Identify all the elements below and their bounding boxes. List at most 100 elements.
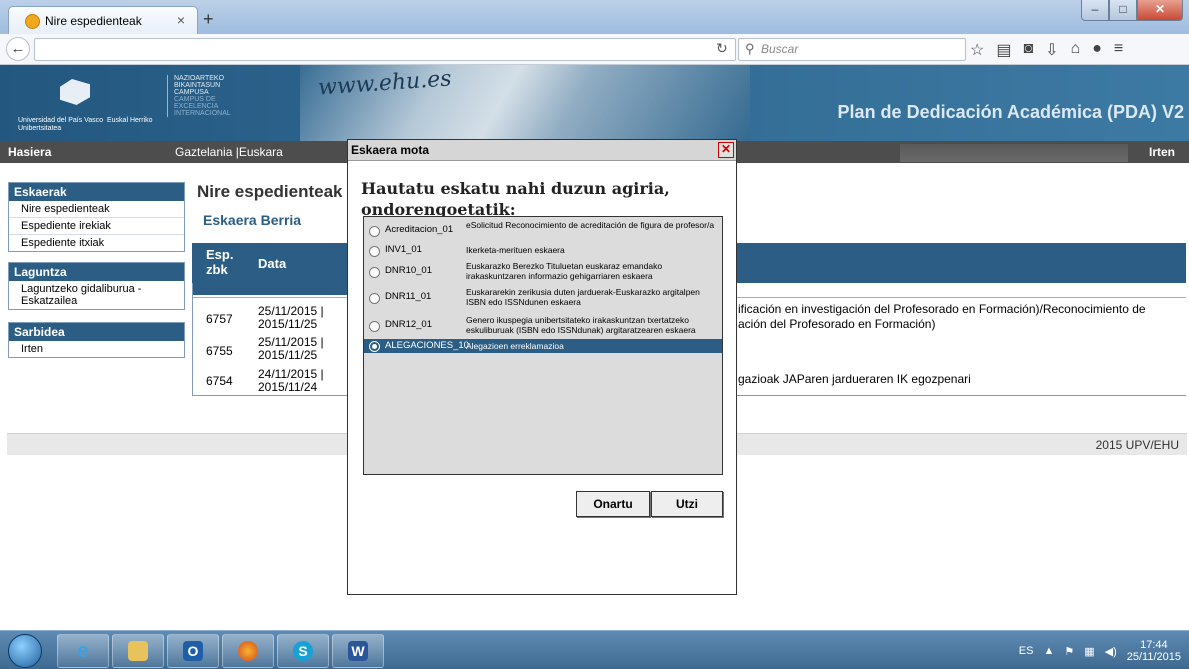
ok-button[interactable]: Onartu bbox=[576, 491, 650, 517]
university-name-es: Universidad del País Vasco bbox=[18, 117, 104, 124]
dialog-heading: Hautatu eskatu nahi duzun agiria, bbox=[361, 179, 670, 198]
option-code: INV1_01 bbox=[385, 244, 422, 255]
taskbar-explorer[interactable] bbox=[112, 634, 164, 668]
favicon-icon bbox=[25, 14, 40, 29]
sidebar-eskaerak: Eskaerak Nire espedienteak Espediente ir… bbox=[8, 182, 185, 252]
dialog-title: Eskaera mota bbox=[351, 143, 430, 157]
skype-icon: S bbox=[293, 641, 313, 661]
menu-logout-link[interactable]: Irten bbox=[1149, 145, 1175, 159]
download-icon[interactable]: ⇩ bbox=[1045, 40, 1058, 60]
row-description: gazioak JAParen jardueraren IK egozpenar… bbox=[738, 372, 971, 386]
minimize-icon[interactable]: – bbox=[1081, 0, 1109, 21]
radio-button[interactable] bbox=[369, 267, 380, 278]
col-id-header: Esp. bbox=[206, 247, 234, 262]
back-icon[interactable]: ← bbox=[6, 37, 30, 61]
outlook-icon: O bbox=[183, 641, 203, 661]
lang-eu-link[interactable]: Euskara bbox=[239, 145, 283, 159]
language-indicator[interactable]: ES bbox=[1019, 645, 1034, 657]
site-header: www.ehu.es Universidad del País Vasco Eu… bbox=[0, 65, 1189, 141]
sidebar-laguntza: Laguntza Laguntzeko gidaliburua - Eskatz… bbox=[8, 262, 185, 310]
campus-line: INTERNACIONAL bbox=[174, 110, 231, 117]
taskbar-skype[interactable]: S bbox=[277, 634, 329, 668]
flag-icon[interactable]: ⚑ bbox=[1064, 645, 1074, 658]
internet-explorer-icon: e bbox=[77, 640, 89, 662]
reading-list-icon[interactable]: ▤ bbox=[996, 40, 1011, 60]
new-request-link[interactable]: Eskaera Berria bbox=[203, 212, 301, 228]
sidebar-item[interactable]: Laguntzeko gidaliburua - Eskatzailea bbox=[9, 281, 184, 309]
dialog-titlebar[interactable]: Eskaera mota ✕ bbox=[348, 140, 736, 161]
search-placeholder: Buscar bbox=[761, 42, 799, 56]
taskbar-ie[interactable]: e bbox=[57, 634, 109, 668]
request-option[interactable]: DNR10_01 Euskarazko Berezko Tituluetan e… bbox=[364, 259, 722, 283]
option-description: Alegazioen erreklamazioa bbox=[466, 341, 564, 351]
tab-title: Nire espedienteak bbox=[45, 14, 142, 28]
request-type-list: Acreditacion_01 eSolicitud Reconocimient… bbox=[363, 216, 723, 475]
row-date-alt: 2015/11/25 bbox=[258, 348, 318, 362]
system-tray: ES ▲ ⚑ ▦ ◀) 17:44 25/11/2015 bbox=[1019, 639, 1181, 663]
option-description: Ikerketa-merituen eskaera bbox=[466, 245, 565, 255]
home-icon[interactable]: ⌂ bbox=[1071, 40, 1081, 60]
request-option[interactable]: DNR12_01 Genero ikuspegia unibertsitatek… bbox=[364, 313, 722, 337]
option-description: eSolicitud Reconocimiento de acreditació… bbox=[466, 220, 715, 230]
footer-text: 2015 UPV/EHU bbox=[1095, 438, 1179, 452]
request-option-selected[interactable]: ALEGACIONES_10 Alegazioen erreklamazioa bbox=[364, 339, 722, 353]
sidebar-heading: Sarbidea bbox=[9, 323, 184, 341]
close-tab-icon[interactable]: × bbox=[177, 12, 185, 28]
search-input[interactable]: ⚲ Buscar bbox=[738, 38, 966, 61]
chat-icon[interactable]: ● bbox=[1092, 40, 1102, 60]
volume-icon[interactable]: ◀) bbox=[1105, 645, 1117, 658]
option-description: Euskarazko Berezko Tituluetan euskaraz e… bbox=[466, 261, 663, 281]
campus-line: NAZIOARTEKO bbox=[174, 75, 225, 82]
cancel-button[interactable]: Utzi bbox=[651, 491, 723, 517]
taskbar-word[interactable]: W bbox=[332, 634, 384, 668]
browser-tab[interactable]: Nire espedienteak × bbox=[8, 6, 198, 35]
close-window-icon[interactable]: ✕ bbox=[1137, 0, 1183, 21]
row-date-alt: 2015/11/24 bbox=[258, 380, 318, 394]
window-controls: – □ ✕ bbox=[1081, 0, 1183, 22]
radio-button-checked[interactable] bbox=[369, 341, 380, 352]
taskbar-firefox[interactable] bbox=[222, 634, 274, 668]
dialog-close-icon[interactable]: ✕ bbox=[718, 142, 734, 158]
request-option[interactable]: DNR11_01 Euskararekin zerikusia duten ja… bbox=[364, 285, 722, 309]
university-logo[interactable]: Universidad del País Vasco Euskal Herrik… bbox=[18, 73, 163, 137]
firefox-icon bbox=[238, 641, 258, 661]
clock[interactable]: 17:44 25/11/2015 bbox=[1127, 639, 1181, 663]
row-description: ificación en investigación del Profesora… bbox=[738, 302, 1146, 316]
maximize-icon[interactable]: □ bbox=[1109, 0, 1137, 21]
clock-date: 25/11/2015 bbox=[1126, 651, 1181, 663]
sidebar-item[interactable]: Espediente itxiak bbox=[9, 235, 184, 251]
menu-icon[interactable]: ≡ bbox=[1114, 40, 1123, 60]
request-type-dialog: Eskaera mota ✕ Hautatu eskatu nahi duzun… bbox=[347, 139, 737, 595]
row-description-cont: ación del Profesorado en Formación) bbox=[738, 317, 936, 331]
request-option[interactable]: INV1_01 Ikerketa-merituen eskaera bbox=[364, 245, 722, 257]
page-title: Nire espedienteak bbox=[197, 182, 343, 201]
option-description: Euskararekin zerikusia duten jarduerak-E… bbox=[466, 287, 700, 307]
radio-button[interactable] bbox=[369, 226, 380, 237]
radio-button[interactable] bbox=[369, 321, 380, 332]
reload-icon[interactable]: ↻ bbox=[716, 40, 728, 57]
url-bar[interactable] bbox=[34, 38, 736, 61]
option-code: ALEGACIONES_10 bbox=[385, 340, 469, 351]
sidebar-item[interactable]: Espediente irekiak bbox=[9, 218, 184, 235]
taskbar-outlook[interactable]: O bbox=[167, 634, 219, 668]
radio-button[interactable] bbox=[369, 246, 380, 257]
menu-home-link[interactable]: Hasiera bbox=[8, 145, 51, 159]
network-icon[interactable]: ▦ bbox=[1084, 645, 1094, 658]
option-code: DNR12_01 bbox=[385, 319, 432, 330]
windows-taskbar: e O S W ES ▲ ⚑ ▦ ◀) 17:44 25/11/2015 bbox=[0, 630, 1189, 669]
sidebar-heading: Laguntza bbox=[9, 263, 184, 281]
new-tab-icon[interactable]: + bbox=[203, 9, 214, 30]
row-id: 6755 bbox=[206, 344, 233, 358]
sidebar-item[interactable]: Irten bbox=[9, 341, 184, 357]
lang-es-link[interactable]: Gaztelania bbox=[175, 145, 232, 159]
start-button-icon[interactable] bbox=[8, 634, 42, 668]
row-date-alt: 2015/11/25 bbox=[258, 317, 318, 331]
request-option[interactable]: Acreditacion_01 eSolicitud Reconocimient… bbox=[364, 219, 722, 241]
pocket-icon[interactable]: ◙ bbox=[1023, 40, 1033, 60]
radio-button[interactable] bbox=[369, 293, 380, 304]
bookmark-star-icon[interactable]: ☆ bbox=[970, 40, 984, 60]
folder-icon bbox=[128, 641, 148, 661]
option-code: DNR11_01 bbox=[385, 291, 432, 302]
sidebar-item[interactable]: Nire espedienteak bbox=[9, 201, 184, 218]
tray-expand-icon[interactable]: ▲ bbox=[1043, 645, 1054, 657]
